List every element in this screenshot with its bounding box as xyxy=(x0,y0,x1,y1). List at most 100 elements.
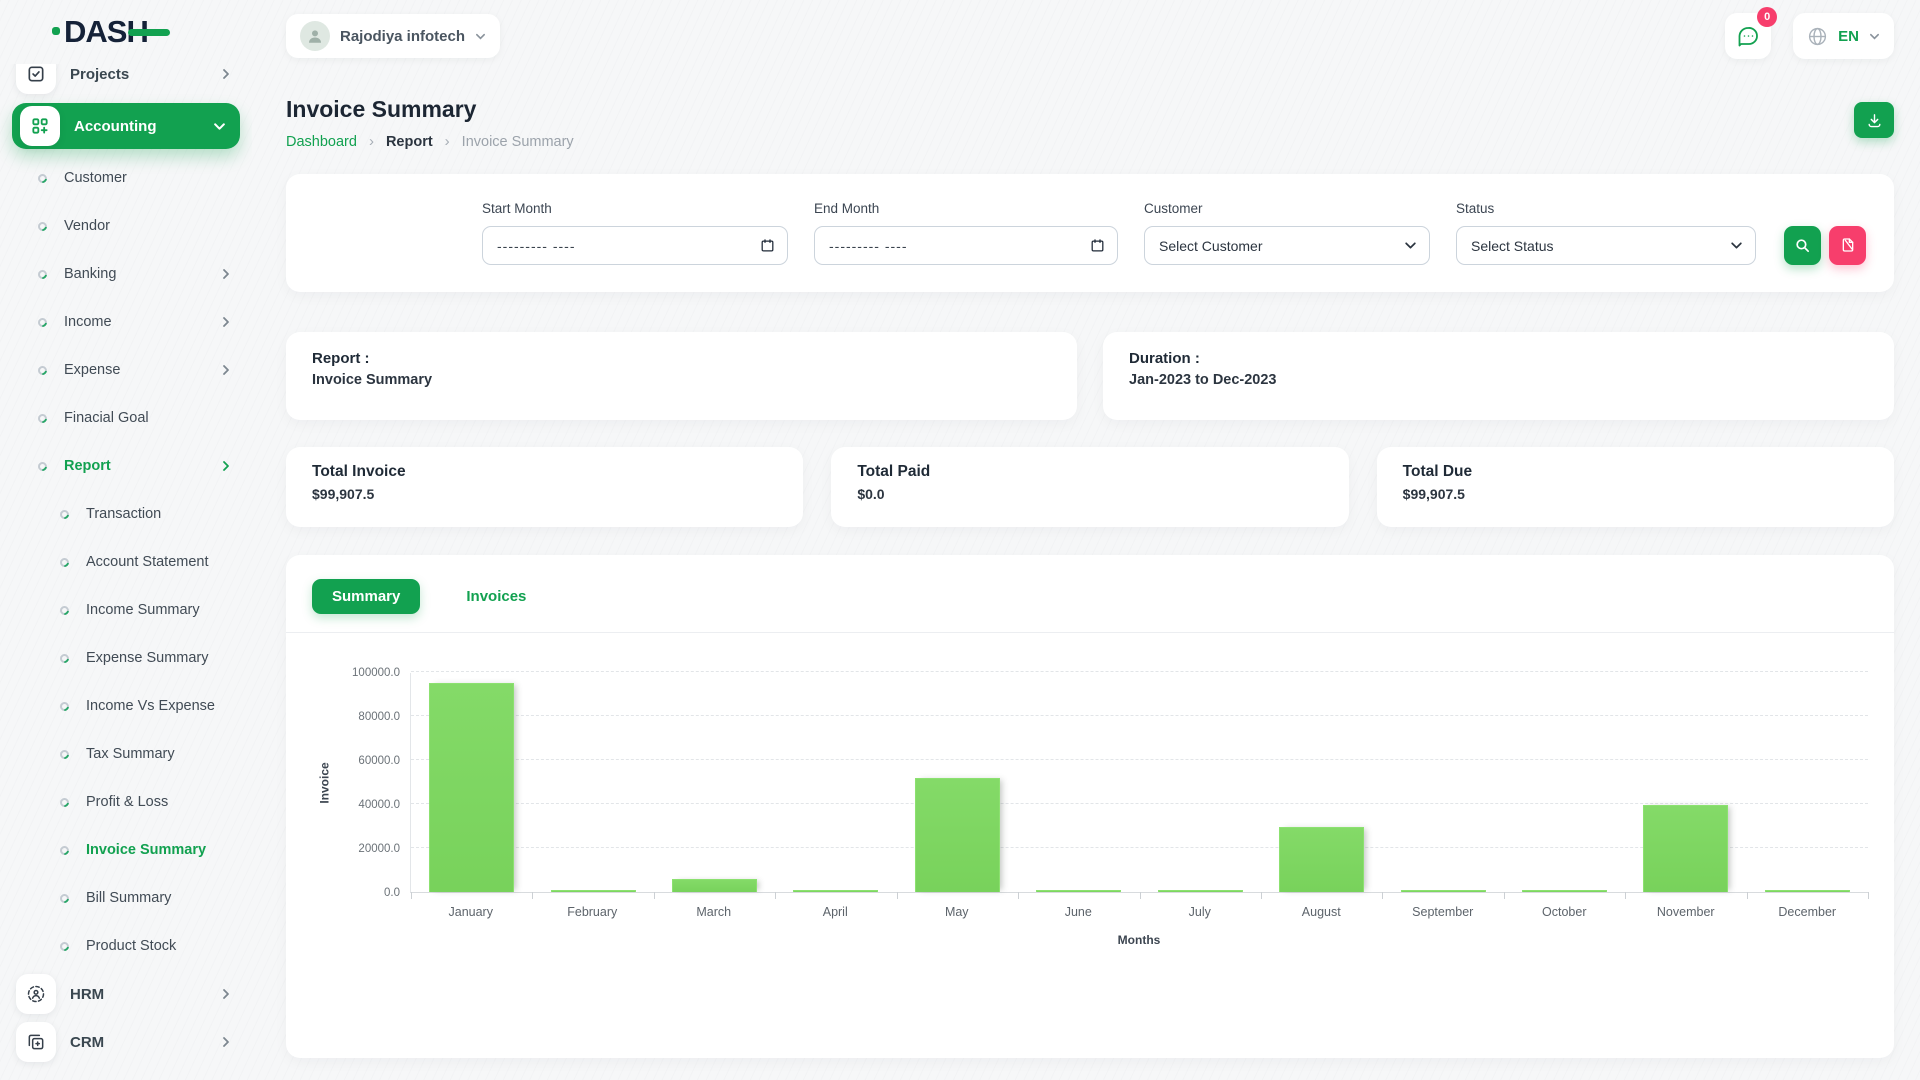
y-axis-title: Invoice xyxy=(312,673,338,893)
bar-february[interactable] xyxy=(551,890,636,892)
x-axis-tick xyxy=(1868,892,1869,899)
stats-row: Total Invoice$99,907.5Total Paid$0.0Tota… xyxy=(286,447,1894,527)
globe-icon xyxy=(1807,26,1828,47)
bar-may[interactable] xyxy=(915,778,1000,892)
sidebar-item-vendor[interactable]: Vendor xyxy=(0,202,252,250)
bullet-icon xyxy=(58,796,71,809)
field-label: End Month xyxy=(814,201,1118,216)
x-tick-label: April xyxy=(775,905,897,919)
sidebar-item-expense[interactable]: Expense xyxy=(0,346,252,394)
sidebar-item-projects[interactable]: Projects xyxy=(0,64,252,98)
language-selector[interactable]: EN xyxy=(1793,13,1894,59)
bar-june[interactable] xyxy=(1036,890,1121,892)
bullet-icon xyxy=(58,652,71,665)
sidebar-item-product-stock[interactable]: Product Stock xyxy=(0,922,252,970)
bar-january[interactable] xyxy=(429,683,514,892)
sidebar-item-accounting[interactable]: Accounting xyxy=(12,103,240,149)
app-logo[interactable]: DASH xyxy=(0,0,252,64)
sidebar-item-income[interactable]: Income xyxy=(0,298,252,346)
bar-slot-july xyxy=(1140,673,1261,892)
sidebar-item-crm[interactable]: CRM xyxy=(0,1018,252,1066)
bar-october[interactable] xyxy=(1522,890,1607,892)
tab-summary[interactable]: Summary xyxy=(312,579,420,614)
sidebar-item-finacial-goal[interactable]: Finacial Goal xyxy=(0,394,252,442)
tabs: Summary Invoices xyxy=(312,579,1868,614)
selected-value: Select Customer xyxy=(1159,238,1262,254)
sidebar-item-label: Customer xyxy=(64,170,232,186)
filter-field-start-month: Start Month--------- ---- xyxy=(482,201,788,265)
sidebar-item-label: CRM xyxy=(70,1034,220,1051)
sidebar-item-label: Bill Summary xyxy=(86,890,232,906)
notifications-button[interactable]: 0 xyxy=(1725,13,1771,59)
search-button[interactable] xyxy=(1784,226,1821,265)
chevron-down-icon xyxy=(213,120,226,133)
sidebar-item-tax-summary[interactable]: Tax Summary xyxy=(0,730,252,778)
x-axis-tick xyxy=(1504,892,1505,899)
bar-august[interactable] xyxy=(1279,827,1364,892)
sidebar-item-bill-summary[interactable]: Bill Summary xyxy=(0,874,252,922)
stat-card-total-invoice: Total Invoice$99,907.5 xyxy=(286,447,803,527)
sidebar-item-customer[interactable]: Customer xyxy=(0,154,252,202)
sidebar-item-account-statement[interactable]: Account Statement xyxy=(0,538,252,586)
chevron-right-icon xyxy=(220,364,232,376)
bar-september[interactable] xyxy=(1401,890,1486,892)
hrm-icon xyxy=(16,974,56,1014)
sidebar-item-expense-summary[interactable]: Expense Summary xyxy=(0,634,252,682)
download-button[interactable] xyxy=(1854,102,1894,138)
bar-march[interactable] xyxy=(672,879,757,892)
breadcrumb-item-dashboard[interactable]: Dashboard xyxy=(286,134,357,150)
sidebar-item-income-vs-expense[interactable]: Income Vs Expense xyxy=(0,682,252,730)
chevron-right-icon xyxy=(220,68,232,80)
filter-field-status: Status Select Status xyxy=(1456,201,1756,265)
bar-slot-june xyxy=(1018,673,1139,892)
user-menu[interactable]: Rajodiya infotech xyxy=(286,14,500,58)
sidebar-item-label: Income xyxy=(64,314,220,330)
y-tick-label: 60000.0 xyxy=(358,755,400,767)
app-root: DASH Projects Accounting Customer VendorBan… xyxy=(0,0,1920,1080)
sidebar-item-banking[interactable]: Banking xyxy=(0,250,252,298)
bullet-icon xyxy=(36,412,49,425)
start-month-input[interactable]: --------- ---- xyxy=(482,226,788,265)
sidebar-item-report[interactable]: Report xyxy=(0,442,252,490)
report-value: Invoice Summary xyxy=(312,372,1051,388)
chevron-right-icon xyxy=(220,1036,232,1048)
bullet-icon xyxy=(58,700,71,713)
sidebar-nav: Projects Accounting Customer VendorBanking I… xyxy=(0,64,252,1080)
chart-plot-area xyxy=(410,673,1868,893)
invoice-bar-chart: Invoice 0.020000.040000.060000.080000.01… xyxy=(312,673,1868,893)
sidebar-item-label: Profit & Loss xyxy=(86,794,232,810)
sidebar-item-label: Expense Summary xyxy=(86,650,232,666)
sidebar-item-transaction[interactable]: Transaction xyxy=(0,490,252,538)
bar-july[interactable] xyxy=(1158,890,1243,892)
sidebar-item-income-summary[interactable]: Income Summary xyxy=(0,586,252,634)
bar-april[interactable] xyxy=(793,890,878,892)
sidebar-item-label: Invoice Summary xyxy=(86,842,232,858)
y-tick-label: 40000.0 xyxy=(358,799,400,811)
customer-select[interactable]: Select Customer xyxy=(1144,226,1430,265)
sidebar-item-invoice-summary[interactable]: Invoice Summary xyxy=(0,826,252,874)
tab-invoices[interactable]: Invoices xyxy=(446,579,546,614)
sidebar-item-hrm[interactable]: HRM xyxy=(0,970,252,1018)
bar-november[interactable] xyxy=(1643,805,1728,892)
info-row: Report : Invoice Summary Duration : Jan-… xyxy=(286,332,1894,420)
end-month-input[interactable]: --------- ---- xyxy=(814,226,1118,265)
notification-badge: 0 xyxy=(1757,7,1777,27)
x-axis-tick xyxy=(654,892,655,899)
sidebar-item-label: Income Vs Expense xyxy=(86,698,232,714)
bar-december[interactable] xyxy=(1765,890,1850,892)
status-select[interactable]: Select Status xyxy=(1456,226,1756,265)
x-tick-label: March xyxy=(653,905,775,919)
x-axis-tick xyxy=(1382,892,1383,899)
x-tick-label: December xyxy=(1747,905,1869,919)
reset-button[interactable] xyxy=(1829,226,1866,265)
x-axis-tick xyxy=(532,892,533,899)
x-axis-tick xyxy=(1018,892,1019,899)
sidebar-item-profit-loss[interactable]: Profit & Loss xyxy=(0,778,252,826)
x-tick-label: August xyxy=(1261,905,1383,919)
stat-value: $99,907.5 xyxy=(1403,486,1868,502)
field-label: Status xyxy=(1456,201,1756,216)
breadcrumb-item-invoice-summary: Invoice Summary xyxy=(462,134,574,150)
crm-icon xyxy=(16,1022,56,1062)
gridline xyxy=(411,671,1868,672)
bar-slot-may xyxy=(897,673,1018,892)
